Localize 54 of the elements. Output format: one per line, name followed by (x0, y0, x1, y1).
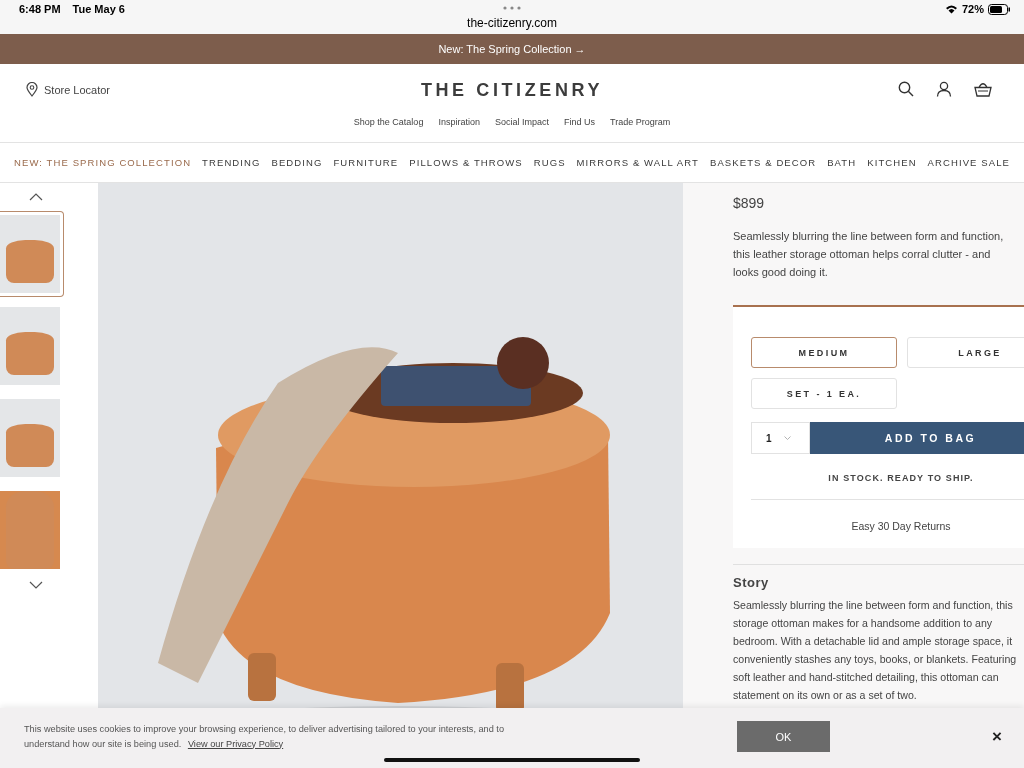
category-link[interactable]: NEW: THE SPRING COLLECTION (14, 157, 192, 168)
story-text: bedroom. With a detachable lid and ample storage space, it (733, 634, 1014, 649)
story-text: conveniently stashes any toys, books, or blankets. Featuring (733, 652, 1018, 667)
privacy-policy-link[interactable]: View our Privacy Policy (187, 738, 284, 749)
story-text: statement on its own or as a set of two. (733, 688, 918, 703)
add-to-bag-button[interactable]: ADD TO BAG (810, 422, 1024, 454)
chevron-up-icon[interactable] (29, 193, 43, 201)
header-link[interactable]: Find Us (563, 117, 595, 127)
ok-button[interactable]: OK (737, 721, 830, 752)
close-button[interactable]: × (992, 730, 1002, 744)
status-time: 6:48 PM (19, 3, 61, 15)
story-text: Seamlessly blurring the line between form and function, this (733, 598, 1014, 613)
stock-status: IN STOCK. READY TO SHIP. (827, 473, 975, 483)
size-option[interactable]: LARGE (907, 337, 1024, 368)
cookie-notice: This website uses cookies to improve your browsing experience, to deliver advertising tailored to your interests, and to understand how our site is being used. View our Privacy Policy (24, 723, 506, 751)
size-option[interactable]: MEDIUM (751, 337, 897, 368)
header-link[interactable]: Shop the Catalog (353, 117, 424, 127)
category-link[interactable]: ARCHIVE SALE (927, 157, 1010, 168)
battery-icon (988, 3, 1010, 15)
site-logo[interactable]: THE CITIZENRY (420, 80, 604, 101)
search-icon[interactable] (898, 81, 914, 97)
wifi-icon (944, 4, 958, 14)
returns-note: Easy 30 Day Returns (850, 520, 952, 532)
category-link[interactable]: BATH (827, 157, 857, 168)
category-link[interactable]: TRENDING (202, 157, 261, 168)
more-icon[interactable] (503, 6, 521, 10)
category-link[interactable]: MIRRORS & WALL ART (576, 157, 699, 168)
header-link[interactable]: Trade Program (609, 117, 671, 127)
category-link[interactable]: RUGS (533, 157, 566, 168)
product-price: $899 (733, 195, 766, 211)
category-link[interactable]: BASKETS & DECOR (709, 157, 817, 168)
header-link[interactable]: Inspiration (438, 117, 480, 127)
header-link[interactable]: Social Impact (494, 117, 549, 127)
product-thumbnail[interactable] (0, 211, 64, 297)
promo-link[interactable]: New: The Spring Collection → (438, 34, 586, 64)
chevron-down-icon[interactable] (29, 581, 43, 589)
caret-icon (783, 436, 791, 440)
category-link[interactable]: KITCHEN (867, 157, 917, 168)
category-link[interactable]: BEDDING (271, 157, 323, 168)
store-locator-link[interactable]: Store Locator (26, 82, 111, 97)
category-link[interactable]: FURNITURE (333, 157, 399, 168)
category-link[interactable]: PILLOWS & THROWS (409, 157, 523, 168)
story-heading: Story (733, 575, 770, 590)
basket-icon[interactable] (974, 81, 992, 97)
story-text: soft leather and hand-stitched detailing, this ottoman can (733, 670, 1000, 685)
map-pin-icon (26, 82, 38, 97)
status-date: Tue May 6 (72, 3, 125, 15)
address-bar-url[interactable]: the-citizenry.com (467, 16, 557, 30)
story-text: storage ottoman makes for a handsome addition to any (733, 616, 994, 631)
quantity-select[interactable]: 1 (751, 422, 810, 454)
size-option[interactable]: SET - 1 EA. (751, 378, 897, 409)
battery-percentage: 72% (961, 3, 984, 15)
account-icon[interactable] (936, 81, 952, 97)
product-description: Seamlessly blurring the line between form and function, this leather storage ottoman helps corral clutter - and looks good doing it. (733, 229, 1005, 280)
